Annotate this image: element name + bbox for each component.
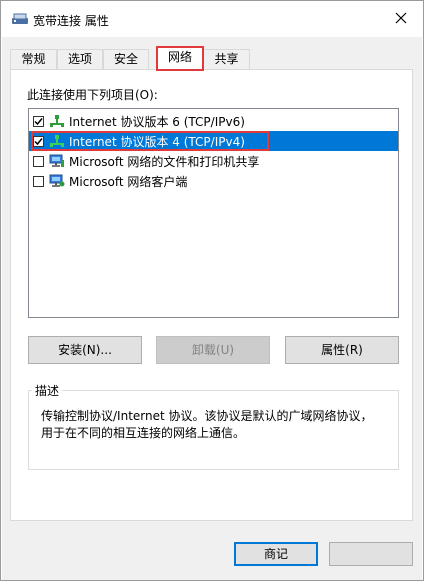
uninstall-button[interactable]: 卸载(U) [156, 336, 270, 364]
item-label: Microsoft 网络客户端 [69, 174, 188, 189]
dialog-client-area: 常规 选项 安全 网络 共享 此连接使用下列项目(O): Internet 协议… [2, 37, 422, 580]
tab-label: 选项 [67, 52, 92, 66]
network-connection-icon [11, 13, 29, 25]
network-service-icon [49, 154, 65, 168]
cancel-button[interactable] [329, 542, 413, 566]
list-item[interactable]: Microsoft 网络的文件和打印机共享 [29, 151, 398, 171]
item-checkbox[interactable] [33, 155, 44, 167]
network-protocol-icon [49, 134, 65, 148]
tab-general[interactable]: 常规 [10, 49, 57, 69]
properties-button[interactable]: 属性(R) [285, 336, 399, 364]
properties-dialog: 宽带连接 属性 常规 选项 安全 网络 共享 此连接使用下列项目(O): Int… [0, 0, 424, 581]
item-label: Internet 协议版本 6 (TCP/IPv6) [69, 114, 245, 129]
ok-label: 商记 [263, 547, 288, 561]
close-button[interactable] [379, 1, 423, 37]
item-label: Microsoft 网络的文件和打印机共享 [69, 154, 260, 169]
tab-options[interactable]: 选项 [57, 49, 103, 69]
tab-strip: 常规 选项 安全 网络 共享 [10, 46, 414, 71]
tab-label: 共享 [214, 52, 239, 66]
tab-label: 网络 [167, 50, 192, 64]
item-label: Internet 协议版本 4 (TCP/IPv4) [69, 134, 245, 149]
tab-label: 安全 [113, 52, 138, 66]
network-protocol-icon [49, 114, 65, 128]
window-title: 宽带连接 属性 [33, 14, 109, 28]
description-text: 传输控制协议/Internet 协议。该协议是默认的广域网络协议， 用于在不同的… [41, 408, 391, 442]
item-checkbox[interactable] [33, 175, 44, 187]
description-title: 描述 [32, 382, 63, 399]
tab-security[interactable]: 安全 [103, 49, 149, 69]
install-button[interactable]: 安装(N)... [28, 336, 142, 364]
item-checkbox[interactable] [33, 135, 44, 147]
list-item[interactable]: Internet 协议版本 6 (TCP/IPv6) [29, 111, 398, 131]
tab-networking[interactable]: 网络 [156, 46, 204, 71]
tab-label: 常规 [21, 52, 46, 66]
list-item[interactable]: Internet 协议版本 4 (TCP/IPv4) [29, 131, 398, 151]
items-label: 此连接使用下列项目(O): [27, 88, 158, 102]
close-icon [395, 12, 407, 27]
ok-button[interactable]: 商记 [234, 542, 318, 566]
tab-sharing[interactable]: 共享 [203, 49, 250, 69]
tab-panel-networking: 此连接使用下列项目(O): Internet 协议版本 6 (TCP/IPv6)… [10, 69, 413, 521]
components-listbox[interactable]: Internet 协议版本 6 (TCP/IPv6) Internet 协议版本… [28, 108, 399, 318]
list-item[interactable]: Microsoft 网络客户端 [29, 171, 398, 191]
description-line: 传输控制协议/Internet 协议。该协议是默认的广域网络协议， [41, 409, 373, 423]
description-line: 用于在不同的相互连接的网络上通信。 [41, 426, 246, 440]
network-client-icon [49, 174, 65, 188]
title-bar: 宽带连接 属性 [1, 1, 423, 37]
item-checkbox[interactable] [33, 115, 44, 127]
